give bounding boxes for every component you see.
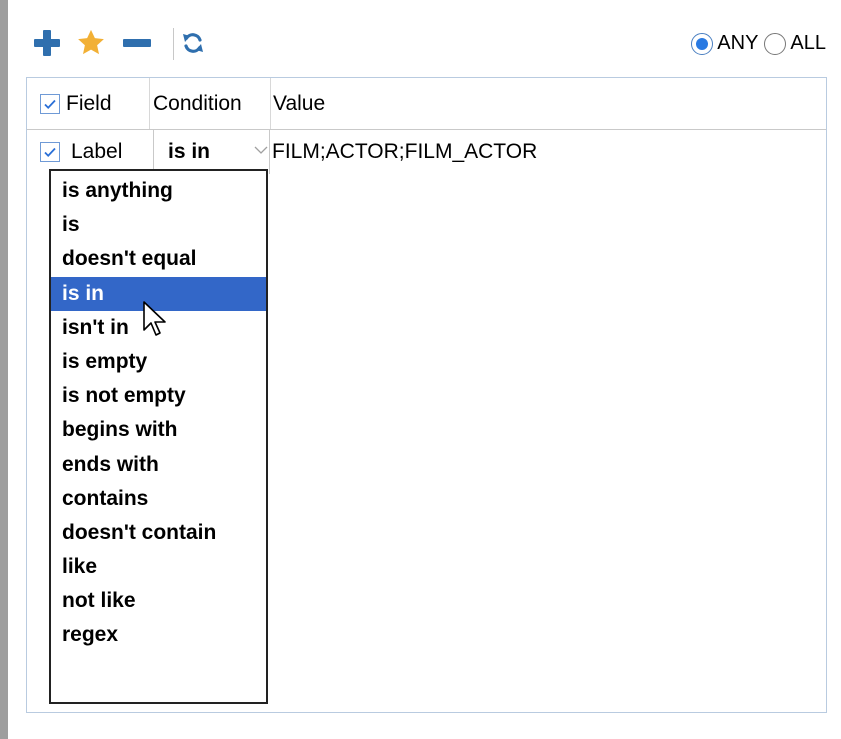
row-value-text: FILM;ACTOR;FILM_ACTOR: [272, 140, 538, 163]
checkmark-icon: [44, 99, 56, 109]
dropdown-option[interactable]: doesn't contain: [51, 516, 266, 550]
refresh-button[interactable]: [176, 26, 210, 60]
add-filter-button[interactable]: [30, 26, 64, 60]
window-edge: [0, 0, 8, 739]
condition-select-value: is in: [168, 140, 211, 163]
match-mode-radio-group: ANY ALL: [691, 32, 826, 55]
header-field[interactable]: Field: [27, 78, 150, 129]
radio-unchecked-icon: [764, 32, 787, 55]
mouse-cursor-icon: [143, 301, 166, 336]
refresh-icon: [183, 33, 203, 53]
match-any-radio[interactable]: ANY: [691, 32, 758, 55]
favorite-button[interactable]: [74, 26, 108, 60]
select-all-checkbox[interactable]: [40, 93, 60, 114]
dropdown-option[interactable]: is empty: [51, 345, 266, 379]
row-field-label: Label: [71, 140, 123, 163]
dropdown-option[interactable]: not like: [51, 584, 266, 618]
dropdown-option[interactable]: ends with: [51, 448, 266, 482]
row-field-cell: Label: [40, 130, 122, 174]
dropdown-option[interactable]: like: [51, 550, 266, 584]
condition-dropdown-list: is anything is doesn't equal is in isn't in i…: [49, 169, 268, 704]
header-value[interactable]: Value: [271, 78, 826, 129]
toolbar-separator: [173, 28, 174, 60]
dropdown-option[interactable]: is not empty: [51, 379, 266, 413]
column-header-value: Value: [273, 91, 326, 115]
dropdown-option[interactable]: begins with: [51, 413, 266, 447]
match-any-label: ANY: [717, 32, 759, 54]
table-header: Field Condition Value: [27, 78, 826, 130]
dropdown-option[interactable]: doesn't equal: [51, 242, 266, 276]
chevron-down-icon: [254, 146, 268, 154]
row-enabled-checkbox[interactable]: [40, 142, 60, 162]
row-value-cell[interactable]: FILM;ACTOR;FILM_ACTOR: [272, 130, 537, 174]
condition-select[interactable]: is in: [153, 130, 270, 174]
plus-icon: [32, 27, 62, 59]
dropdown-option[interactable]: is: [51, 208, 266, 242]
minus-icon: [120, 27, 154, 59]
filter-toolbar: ANY ALL: [26, 24, 826, 64]
header-condition[interactable]: Condition: [150, 78, 271, 129]
table-row[interactable]: Label is in FILM;ACTOR;FILM_ACTOR: [27, 130, 826, 174]
column-header-field: Field: [66, 91, 112, 115]
match-all-label: ALL: [790, 32, 826, 54]
dropdown-option[interactable]: contains: [51, 482, 266, 516]
checkmark-icon: [44, 147, 56, 157]
radio-checked-icon: [691, 32, 714, 55]
remove-filter-button[interactable]: [120, 26, 154, 60]
column-header-condition: Condition: [153, 91, 242, 115]
star-icon: [78, 29, 104, 55]
dropdown-option[interactable]: regex: [51, 618, 266, 652]
match-all-radio[interactable]: ALL: [764, 32, 826, 55]
dropdown-option[interactable]: is anything: [51, 174, 266, 208]
